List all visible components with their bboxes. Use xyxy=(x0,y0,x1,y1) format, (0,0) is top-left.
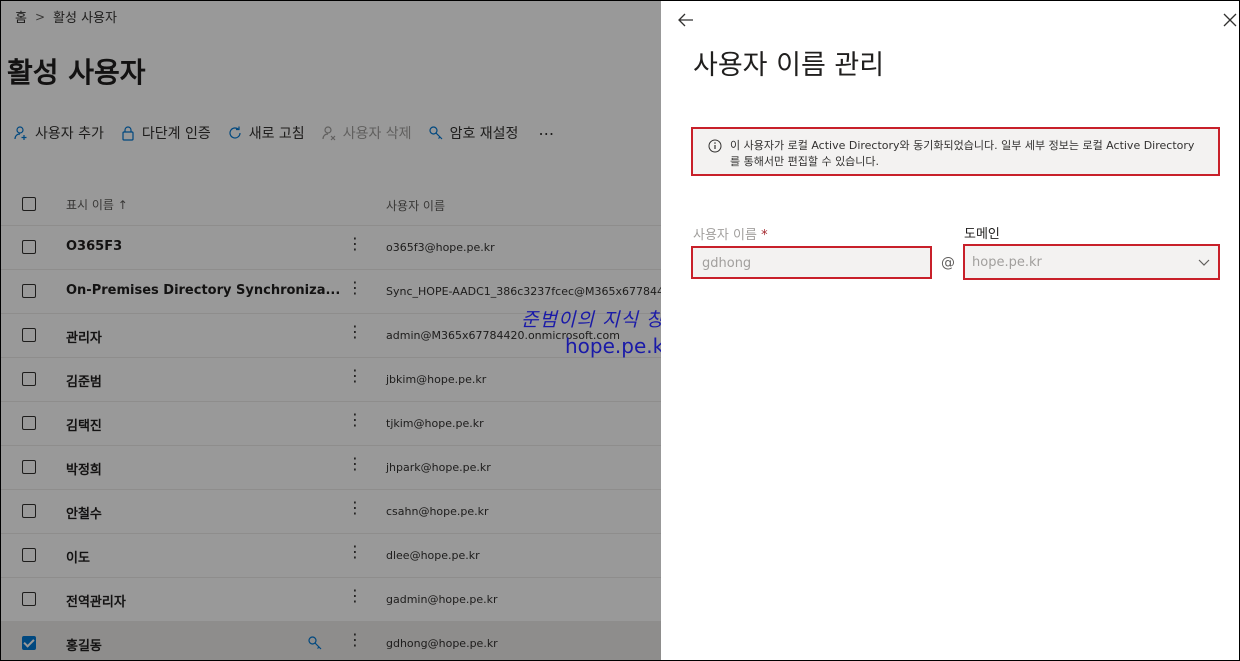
manage-username-panel: 사용자 이름 관리 이 사용자가 로컬 Active Directory와 동기… xyxy=(661,1,1239,660)
at-sign: @ xyxy=(941,255,955,271)
screen-frame: 홈 > 활성 사용자 활성 사용자 사용자 추가 다단계 인증 새로 고침 사용… xyxy=(0,0,1240,661)
chevron-down-icon xyxy=(1198,259,1210,266)
username-label: 사용자 이름 * xyxy=(693,224,768,243)
panel-title: 사용자 이름 관리 xyxy=(693,50,885,81)
sync-info-message: 이 사용자가 로컬 Active Directory와 동기화되었습니다. 일부… xyxy=(691,127,1220,176)
username-label-text: 사용자 이름 xyxy=(693,228,757,243)
required-mark: * xyxy=(761,228,768,243)
info-text: 이 사용자가 로컬 Active Directory와 동기화되었습니다. 일부… xyxy=(730,139,1195,168)
back-arrow-icon[interactable] xyxy=(676,10,696,30)
domain-label: 도메인 xyxy=(964,227,1000,242)
username-input[interactable]: gdhong xyxy=(691,246,932,279)
close-icon[interactable] xyxy=(1221,11,1239,29)
info-icon xyxy=(708,139,722,153)
domain-dropdown[interactable]: hope.pe.kr xyxy=(963,244,1220,280)
domain-value: hope.pe.kr xyxy=(972,255,1042,270)
